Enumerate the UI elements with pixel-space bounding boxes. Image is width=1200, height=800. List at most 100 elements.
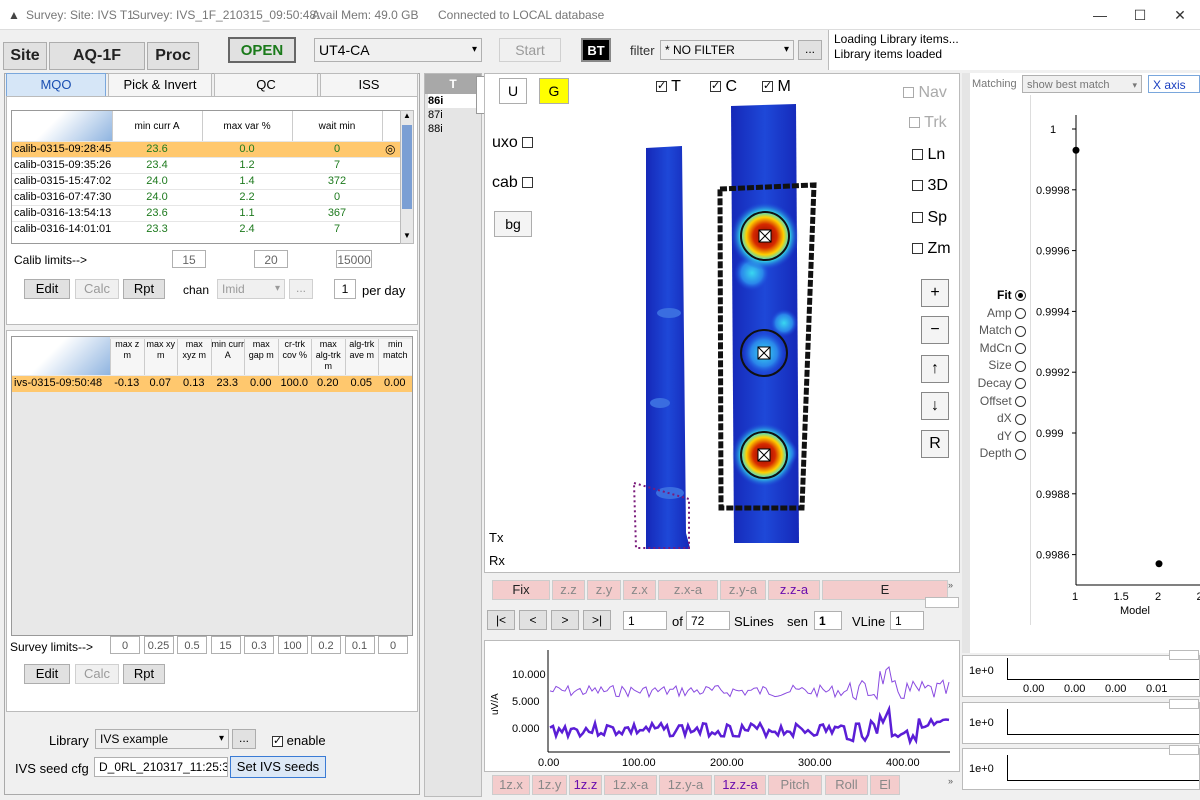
calib-calc-button[interactable]: Calc <box>75 279 119 299</box>
fit-option-amp[interactable]: Amp <box>987 306 1026 320</box>
calib-rpt-button[interactable]: Rpt <box>123 279 165 299</box>
open-button[interactable]: OPEN <box>228 37 296 63</box>
maximize-icon[interactable]: ☐ <box>1120 4 1160 26</box>
calib-limit-2[interactable]: 20 <box>254 250 288 268</box>
x-axis-select[interactable]: X axis <box>1148 75 1200 93</box>
library-select[interactable]: IVS example ▾ <box>95 729 229 749</box>
instrument-select[interactable]: UT4-CA ▾ <box>314 38 482 62</box>
bt-button[interactable]: BT <box>581 38 611 62</box>
component-button-zx[interactable]: z.x <box>623 580 656 600</box>
survey-row[interactable]: ivs-0315-09:50:48 -0.13 0.07 0.13 23.3 0.00 10… <box>12 376 412 392</box>
survey-limit-input[interactable]: 0.2 <box>311 636 341 654</box>
filter-select[interactable]: * NO FILTER ▾ <box>660 40 794 60</box>
tab-mqo[interactable]: MQO <box>6 73 106 97</box>
survey-limit-input[interactable]: 0 <box>110 636 140 654</box>
survey-limit-input[interactable]: 15 <box>210 636 241 654</box>
trace-button-1zy[interactable]: 1z.y <box>532 775 567 795</box>
library-more-button[interactable]: ... <box>232 729 256 749</box>
component-button-zx-a[interactable]: z.x-a <box>658 580 718 600</box>
fit-option-fit[interactable]: Fit <box>997 288 1026 302</box>
survey-limit-input[interactable]: 100 <box>277 636 308 654</box>
minimize-icon[interactable]: — <box>1080 4 1120 26</box>
filter-more-button[interactable]: ... <box>798 40 822 60</box>
calib-limit-3[interactable]: 15000 <box>336 250 372 268</box>
tab-pick-invert[interactable]: Pick & Invert <box>108 73 212 97</box>
close-icon[interactable]: ✕ <box>1160 4 1200 26</box>
set-seeds-button[interactable]: Set IVS seeds <box>230 756 326 778</box>
component-button-zz-a[interactable]: z.z-a <box>768 580 820 600</box>
calib-row[interactable]: calib-0315-09:28:45 23.6 0.0 0 ◎ <box>12 141 400 157</box>
trace-button-1zx-a[interactable]: 1z.x-a <box>604 775 657 795</box>
calib-edit-button[interactable]: Edit <box>24 279 70 299</box>
expand-icon[interactable]: » <box>948 580 953 590</box>
calib-row[interactable]: calib-0316-07:47:30 24.0 2.2 0 <box>12 189 400 205</box>
chan-more-button[interactable]: ... <box>289 279 313 299</box>
aq-button[interactable]: AQ-1F <box>49 42 145 70</box>
survey-limit-input[interactable]: 0.1 <box>344 636 375 654</box>
trace-button-el[interactable]: El <box>870 775 900 795</box>
survey-limit-input[interactable]: 0 <box>378 636 408 654</box>
calib-scrollbar[interactable]: ▲ ▼ <box>400 110 414 244</box>
expand-icon[interactable]: » <box>948 776 953 786</box>
first-line-button[interactable]: |< <box>487 610 515 630</box>
strip-item[interactable]: 88i <box>428 122 481 136</box>
match-point[interactable] <box>1155 560 1163 568</box>
survey-limit-input[interactable]: 0.5 <box>177 636 207 654</box>
trace-button-roll[interactable]: Roll <box>825 775 868 795</box>
matching-splitter[interactable] <box>962 73 970 653</box>
scroll-down-icon[interactable]: ▼ <box>401 231 413 243</box>
trace-button-1zz[interactable]: 1z.z <box>569 775 602 795</box>
strip-item[interactable]: 87i <box>428 108 481 122</box>
target-icon[interactable]: ◎ <box>385 142 395 156</box>
component-button-zy-a[interactable]: z.y-a <box>720 580 766 600</box>
enable-checkbox[interactable]: enable <box>272 733 326 748</box>
calib-row[interactable]: calib-0316-14:01:01 23.3 2.4 7 <box>12 221 400 237</box>
component-button-fix[interactable]: Fix <box>492 580 550 600</box>
fit-option-depth[interactable]: Depth <box>980 446 1026 460</box>
strip-item[interactable]: 86i <box>428 94 481 108</box>
trace-button-1zy-a[interactable]: 1z.y-a <box>659 775 712 795</box>
proc-button[interactable]: Proc <box>147 42 199 70</box>
tab-iss[interactable]: ISS <box>320 73 418 97</box>
survey-calc-button[interactable]: Calc <box>75 664 119 684</box>
calib-row[interactable]: calib-0315-09:35:26 23.4 1.2 7 <box>12 157 400 173</box>
prev-line-button[interactable]: < <box>519 610 547 630</box>
next-line-button[interactable]: > <box>551 610 579 630</box>
fit-option-dy[interactable]: dY <box>997 429 1026 443</box>
fit-option-decay[interactable]: Decay <box>978 376 1026 390</box>
component-slider[interactable] <box>925 597 959 608</box>
survey-rpt-button[interactable]: Rpt <box>123 664 165 684</box>
vline-input[interactable]: 1 <box>890 611 924 630</box>
sen-input[interactable]: 1 <box>814 611 842 630</box>
trace-button-pitch[interactable]: Pitch <box>768 775 822 795</box>
small-plot-slider[interactable] <box>1169 745 1199 755</box>
scroll-up-icon[interactable]: ▲ <box>401 111 413 123</box>
trace-button-1zz-a[interactable]: 1z.z-a <box>714 775 766 795</box>
tab-qc[interactable]: QC <box>214 73 318 97</box>
fit-option-dx[interactable]: dX <box>997 411 1026 425</box>
survey-limit-input[interactable]: 0.25 <box>143 636 174 654</box>
fit-option-match[interactable]: Match <box>979 323 1026 337</box>
per-day-input[interactable]: 1 <box>334 279 356 299</box>
component-button-zy[interactable]: z.y <box>587 580 621 600</box>
component-button-zz[interactable]: z.z <box>552 580 585 600</box>
calib-row[interactable]: calib-0316-13:54:13 23.6 1.1 367 <box>12 205 400 221</box>
survey-map[interactable] <box>484 73 960 573</box>
current-line-input[interactable]: 1 <box>623 611 667 630</box>
small-plot-slider[interactable] <box>1169 650 1199 660</box>
seed-input[interactable]: D_0RL_210317_11:25:31 <box>94 757 228 777</box>
fit-option-mdcn[interactable]: MdCn <box>980 341 1026 355</box>
scroll-thumb[interactable] <box>402 125 412 209</box>
trace-button-1zx[interactable]: 1z.x <box>492 775 530 795</box>
small-plot-slider[interactable] <box>1169 699 1199 709</box>
calib-limit-1[interactable]: 15 <box>172 250 206 268</box>
survey-limit-input[interactable]: 0.3 <box>244 636 274 654</box>
chan-select[interactable]: Imid ▾ <box>217 279 285 299</box>
start-button[interactable]: Start <box>499 38 561 62</box>
last-line-button[interactable]: >| <box>583 610 611 630</box>
site-button[interactable]: Site <box>3 42 47 70</box>
match-point[interactable] <box>1072 146 1080 154</box>
fit-option-size[interactable]: Size <box>988 358 1026 372</box>
calib-row[interactable]: calib-0315-15:47:02 24.0 1.4 372 <box>12 173 400 189</box>
survey-edit-button[interactable]: Edit <box>24 664 70 684</box>
